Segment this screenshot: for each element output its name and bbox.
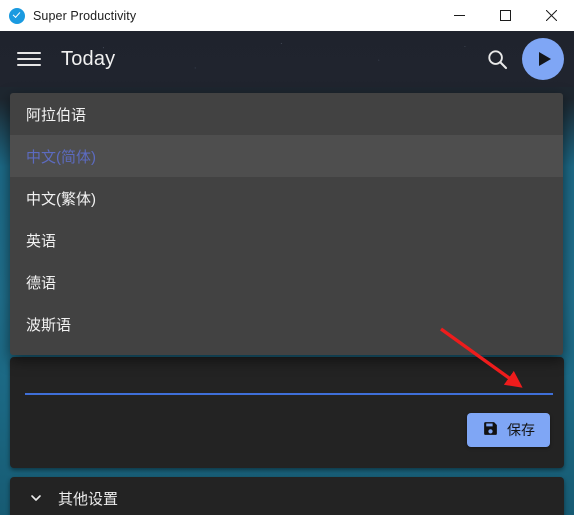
save-floppy-icon xyxy=(482,420,499,440)
maximize-icon[interactable] xyxy=(482,0,528,31)
save-button[interactable]: 保存 xyxy=(467,413,550,447)
language-settings-card: 保存 xyxy=(10,357,564,468)
minimize-icon[interactable] xyxy=(436,0,482,31)
close-icon[interactable] xyxy=(528,0,574,31)
play-icon[interactable] xyxy=(522,38,564,80)
dropdown-option-label: 德语 xyxy=(26,274,57,292)
dropdown-option[interactable]: 阿拉伯语 xyxy=(10,93,563,135)
window-controls xyxy=(436,0,574,31)
other-settings-panel[interactable]: 其他设置 xyxy=(10,477,564,515)
dropdown-option-label: 阿拉伯语 xyxy=(26,106,87,124)
dropdown-option-label: 中文(简体) xyxy=(26,148,96,166)
dropdown-option[interactable]: 德语 xyxy=(10,261,563,303)
save-row: 保存 xyxy=(467,413,550,447)
save-button-label: 保存 xyxy=(507,422,535,438)
dropdown-option-selected[interactable]: 中文(简体) xyxy=(10,135,563,177)
app-check-icon xyxy=(9,7,25,24)
search-icon[interactable] xyxy=(480,42,514,76)
select-field-underline xyxy=(25,393,553,395)
dropdown-option-label: 中文(繁体) xyxy=(26,190,96,208)
other-settings-label: 其他设置 xyxy=(58,490,119,508)
page-title: Today xyxy=(61,47,116,70)
window-title: Super Productivity xyxy=(33,8,137,23)
hamburger-menu-icon[interactable] xyxy=(17,50,41,68)
dropdown-option-label: 英语 xyxy=(26,232,57,250)
dropdown-option[interactable]: 英语 xyxy=(10,219,563,261)
app-background: Today 保存 其他设置 阿拉伯语 中文(简体) 中文(繁体) 英语 德语 波… xyxy=(0,31,574,515)
language-dropdown-panel[interactable]: 阿拉伯语 中文(简体) 中文(繁体) 英语 德语 波斯语 xyxy=(10,93,563,355)
dropdown-option[interactable]: 波斯语 xyxy=(10,303,563,345)
chevron-down-icon xyxy=(28,490,44,506)
play-triangle xyxy=(539,52,551,66)
app-toolbar: Today xyxy=(0,31,574,87)
dropdown-option-label: 波斯语 xyxy=(26,316,72,334)
window-titlebar: Super Productivity xyxy=(0,0,574,32)
dropdown-option[interactable]: 中文(繁体) xyxy=(10,177,563,219)
